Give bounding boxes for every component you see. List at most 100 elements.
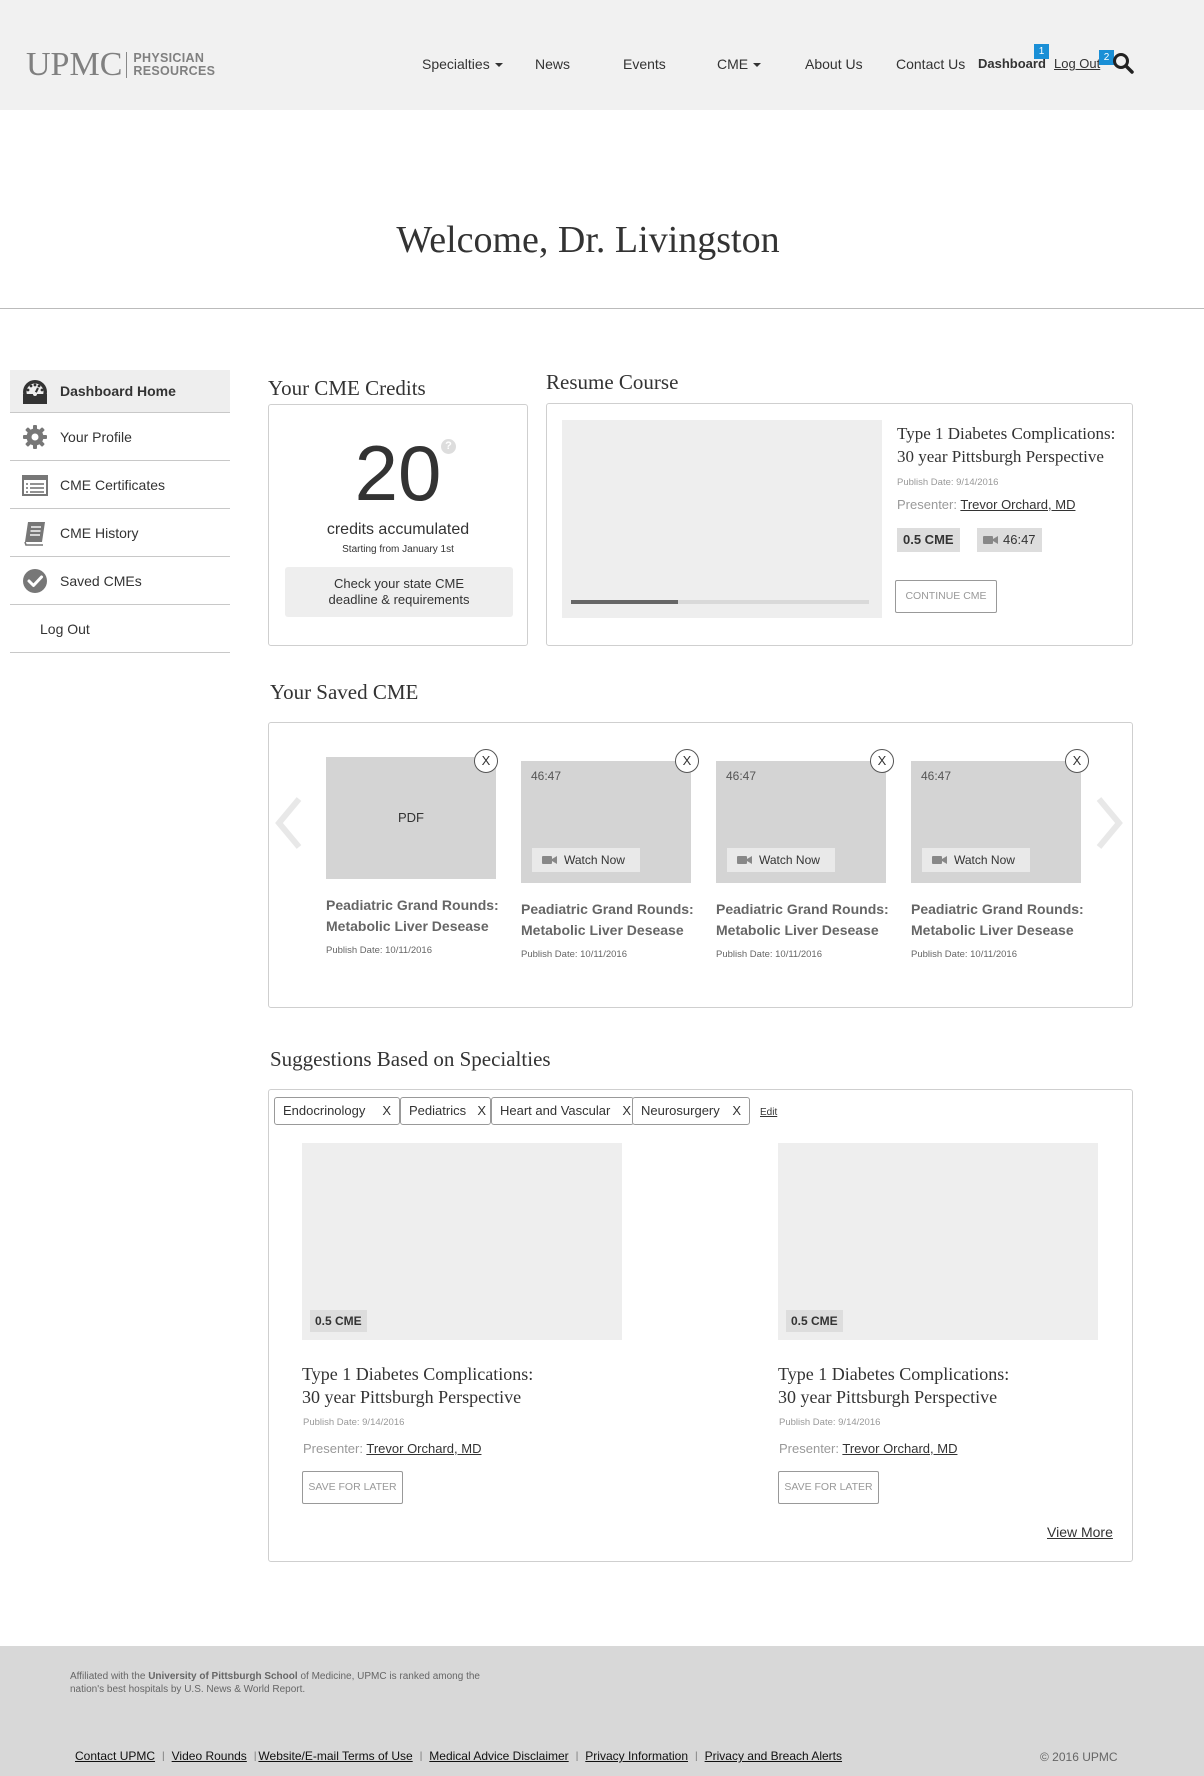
duration-label: 46:47 [1003,532,1036,547]
caret-down-icon [494,63,503,68]
suggestion-course-name[interactable]: Type 1 Diabetes Complications: 30 year P… [778,1363,1078,1409]
site-header: UPMC PHYSICIAN RESOURCES Specialties New… [0,0,1204,110]
credits-subtitle: Starting from January 1st [342,544,454,555]
view-more-link[interactable]: View More [1047,1524,1113,1540]
saved-cme-name-line2: Metabolic Liver Desease [716,922,879,938]
suggestion-course-name-line2: 30 year Pittsburgh Perspective [302,1387,522,1407]
footer-link-contact-upmc[interactable]: Contact UPMC [75,1749,155,1763]
nav-events[interactable]: Events [623,56,666,72]
pdf-thumbnail[interactable]: PDF [326,757,496,879]
nav-contact-us[interactable]: Contact Us [896,56,965,72]
nav-specialties[interactable]: Specialties [422,56,503,72]
nav-cme-label: CME [717,56,749,72]
remove-tag-button[interactable]: X [382,1098,391,1124]
footer-link-video-rounds[interactable]: Video Rounds [172,1749,247,1763]
sidebar-item-label: CME History [60,524,139,541]
watch-now-button[interactable]: Watch Now [532,848,640,872]
nav-log-out[interactable]: Log Out [1054,56,1100,71]
dashboard-gauge-icon [23,380,47,404]
nav-about-us[interactable]: About Us [805,56,863,72]
continue-cme-button[interactable]: CONTINUE CME [895,580,997,613]
remove-saved-button[interactable]: X [1065,749,1089,773]
saved-cme-name[interactable]: Peadiatric Grand Rounds: Metabolic Liver… [716,899,896,941]
saved-cme-name-line1: Peadiatric Grand Rounds: [521,901,694,917]
credits-label: credits accumulated [326,521,470,538]
video-thumbnail[interactable]: 46:47 Watch Now [521,761,691,883]
presenter-link[interactable]: Trevor Orchard, MD [366,1441,481,1456]
video-thumbnail[interactable]: 46:47 Watch Now [911,761,1081,883]
sidebar-item-log-out[interactable]: Log Out [10,605,230,653]
specialty-tag[interactable]: Endocrinology X [274,1097,400,1125]
footer-separator: | [419,1750,423,1762]
help-icon[interactable]: ? [441,439,456,454]
state-requirements-button[interactable]: Check your state CME deadline & requirem… [285,567,513,617]
nav-cme[interactable]: CME [717,56,762,72]
chevron-left-icon[interactable] [273,793,303,853]
footer-separator: | [575,1750,579,1762]
state-requirements-line1: Check your state CME [333,576,465,591]
saved-cme-name[interactable]: Peadiatric Grand Rounds: Metabolic Liver… [911,899,1091,941]
specialty-tag[interactable]: Neurosurgery X [632,1097,750,1125]
cme-credits-panel: 20 ? credits accumulated Starting from J… [268,404,528,646]
watch-now-button[interactable]: Watch Now [922,848,1030,872]
duration-badge: 46:47 [977,528,1042,552]
sidebar: Dashboard Home Your Profile CME Certific… [10,370,230,653]
save-for-later-button[interactable]: SAVE FOR LATER [302,1471,403,1504]
footer-link-medical-disclaimer[interactable]: Medical Advice Disclaimer [429,1749,568,1763]
video-thumbnail[interactable]: 46:47 Watch Now [716,761,886,883]
affiliation-text: Affiliated with the University of Pittsb… [70,1670,510,1696]
footer-separator: | [695,1750,698,1762]
specialty-tag-label: Neurosurgery [641,1103,720,1118]
presenter-link[interactable]: Trevor Orchard, MD [842,1441,957,1456]
video-camera-icon [983,536,998,544]
saved-cme-name[interactable]: Peadiatric Grand Rounds: Metabolic Liver… [521,899,701,941]
remove-tag-button[interactable]: X [477,1098,486,1124]
nav-news[interactable]: News [535,56,570,72]
cme-credits-title: Your CME Credits [268,376,426,400]
suggestion-publish-date: Publish Date: 9/14/2016 [779,1417,881,1428]
saved-duration: 46:47 [921,769,952,783]
logo-subtitle: PHYSICIAN RESOURCES [133,52,215,78]
remove-tag-button[interactable]: X [622,1098,631,1124]
sidebar-item-dashboard-home[interactable]: Dashboard Home [10,370,230,413]
presenter-link[interactable]: Trevor Orchard, MD [960,497,1075,512]
suggestion-thumbnail[interactable]: 0.5 CME [778,1143,1098,1340]
suggestion-course-name[interactable]: Type 1 Diabetes Complications: 30 year P… [302,1363,602,1409]
specialty-tag[interactable]: Pediatrics X [400,1097,491,1125]
sidebar-item-cme-certificates[interactable]: CME Certificates [10,461,230,509]
footer-link-terms-of-use[interactable]: Website/E-mail Terms of Use [258,1749,412,1763]
search-icon[interactable] [1112,52,1134,74]
saved-cme-name[interactable]: Peadiatric Grand Rounds: Metabolic Liver… [326,895,506,937]
suggestion-thumbnail[interactable]: 0.5 CME [302,1143,622,1340]
upmc-logo[interactable]: UPMC PHYSICIAN RESOURCES [26,48,215,82]
chevron-right-icon[interactable] [1095,793,1125,853]
save-for-later-button[interactable]: SAVE FOR LATER [778,1471,879,1504]
watch-now-button[interactable]: Watch Now [727,848,835,872]
specialty-tag-label: Endocrinology [283,1103,366,1118]
resume-video-thumbnail[interactable] [562,420,882,618]
pdf-label: PDF [398,810,424,825]
remove-tag-button[interactable]: X [732,1098,741,1124]
footer-link-privacy-breach-alerts[interactable]: Privacy and Breach Alerts [705,1749,842,1763]
edit-tags-link[interactable]: Edit [760,1107,777,1118]
suggestion-publish-date: Publish Date: 9/14/2016 [303,1417,405,1428]
remove-saved-button[interactable]: X [474,749,498,773]
presenter-label: Presenter: [897,497,957,512]
sidebar-item-label: Your Profile [60,428,132,445]
sidebar-item-saved-cmes[interactable]: Saved CMEs [10,557,230,605]
suggestions-panel: Endocrinology X Pediatrics X Heart and V… [268,1089,1133,1562]
sidebar-item-label: Dashboard Home [60,383,176,399]
suggestion-presenter: Presenter: Trevor Orchard, MD [303,1441,481,1456]
footer-link-privacy-information[interactable]: Privacy Information [585,1749,688,1763]
resume-course-name[interactable]: Type 1 Diabetes Complications: 30 year P… [897,422,1127,468]
watch-now-label: Watch Now [954,853,1015,867]
footer-links: Contact UPMC | Video Rounds | Website/E-… [75,1749,842,1763]
suggestion-course-name-line1: Type 1 Diabetes Complications: [778,1364,1010,1384]
specialty-tag[interactable]: Heart and Vascular X [491,1097,634,1125]
remove-saved-button[interactable]: X [675,749,699,773]
remove-saved-button[interactable]: X [870,749,894,773]
nav-specialties-label: Specialties [422,56,490,72]
sidebar-item-your-profile[interactable]: Your Profile [10,413,230,461]
sidebar-item-cme-history[interactable]: CME History [10,509,230,557]
resume-presenter: Presenter: Trevor Orchard, MD [897,497,1075,512]
